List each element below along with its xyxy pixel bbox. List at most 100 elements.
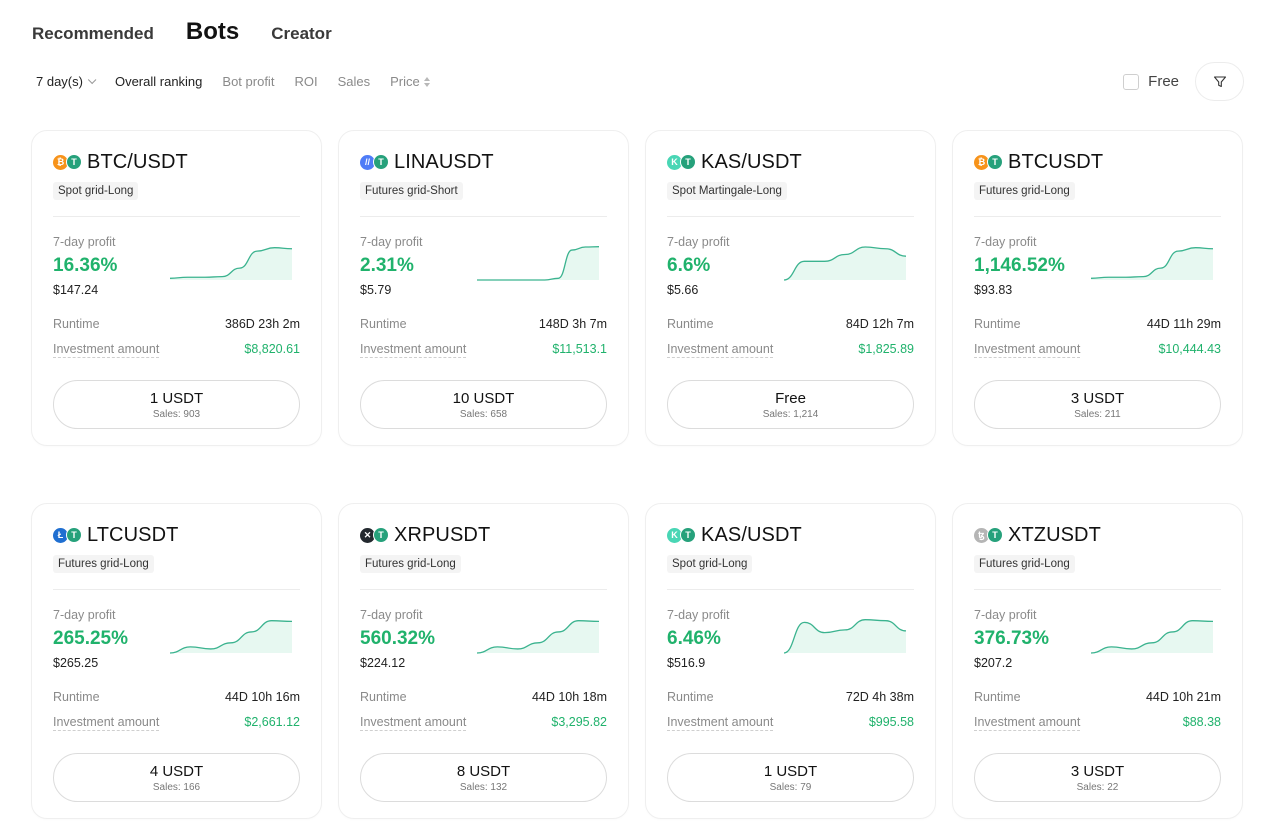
runtime-value: 84D 12h 7m bbox=[845, 317, 914, 331]
sort-arrows-icon bbox=[423, 76, 430, 87]
sort-price[interactable]: Price bbox=[390, 74, 430, 89]
bot-card[interactable]: Ł T LTCUSDT Futures grid-Long 7-day prof… bbox=[31, 503, 322, 819]
investment-row: Investment amount $995.58 bbox=[667, 715, 914, 731]
investment-label[interactable]: Investment amount bbox=[974, 715, 1081, 731]
usdt-icon: T bbox=[66, 154, 82, 170]
card-header: ₿ T BTC/USDT bbox=[53, 151, 300, 173]
profit-sparkline bbox=[477, 246, 599, 281]
investment-value: $1,825.89 bbox=[858, 342, 914, 356]
profit-sparkline bbox=[784, 246, 906, 281]
price-label: 1 USDT bbox=[763, 762, 818, 780]
sort-bot-profit[interactable]: Bot profit bbox=[222, 74, 274, 89]
sparkline-area bbox=[477, 620, 599, 653]
runtime-value: 44D 10h 21m bbox=[1145, 690, 1221, 704]
profit-sparkline bbox=[170, 620, 292, 654]
runtime-label: Runtime bbox=[53, 690, 100, 704]
investment-label[interactable]: Investment amount bbox=[53, 342, 160, 358]
price-label: 1 USDT bbox=[149, 389, 204, 407]
investment-row: Investment amount $11,513.1 bbox=[360, 342, 607, 358]
sort-roi[interactable]: ROI bbox=[294, 74, 317, 89]
investment-value: $3,295.82 bbox=[551, 715, 607, 729]
sort-overall-ranking[interactable]: Overall ranking bbox=[115, 74, 202, 89]
runtime-row: Runtime 72D 4h 38m bbox=[667, 690, 914, 704]
bot-card[interactable]: K T KAS/USDT Spot grid-Long 7-day profit… bbox=[645, 503, 936, 819]
price-label: 8 USDT bbox=[456, 762, 511, 780]
sort-sales[interactable]: Sales bbox=[338, 74, 371, 89]
investment-label[interactable]: Investment amount bbox=[53, 715, 160, 731]
strategy-badge: Spot grid-Long bbox=[53, 182, 139, 200]
pair-name: KAS/USDT bbox=[701, 523, 802, 546]
runtime-label: Runtime bbox=[360, 317, 407, 331]
divider bbox=[974, 216, 1221, 217]
pair-name: KAS/USDT bbox=[701, 150, 802, 173]
runtime-label: Runtime bbox=[53, 317, 100, 331]
period-dropdown[interactable]: 7 day(s) bbox=[36, 74, 97, 89]
copy-price-button[interactable]: 1 USDT Sales: 79 bbox=[667, 753, 914, 802]
tab-creator[interactable]: Creator bbox=[271, 24, 331, 44]
investment-value: $995.58 bbox=[868, 715, 914, 729]
copy-price-button[interactable]: 8 USDT Sales: 132 bbox=[360, 753, 607, 802]
runtime-row: Runtime 44D 10h 16m bbox=[53, 690, 300, 704]
price-label: 3 USDT bbox=[1070, 762, 1125, 780]
sparkline-area bbox=[784, 247, 906, 280]
copy-price-button[interactable]: 1 USDT Sales: 903 bbox=[53, 380, 300, 429]
free-filter[interactable]: Free bbox=[1123, 73, 1179, 90]
profit-block: 7-day profit 265.25% $265.25 bbox=[53, 608, 300, 678]
usdt-icon: T bbox=[987, 527, 1003, 543]
pair-icons: ꜩ T bbox=[974, 527, 1003, 543]
sparkline-area bbox=[477, 246, 599, 280]
copy-price-button[interactable]: Free Sales: 1,214 bbox=[667, 380, 914, 429]
divider bbox=[53, 589, 300, 590]
investment-label[interactable]: Investment amount bbox=[667, 342, 774, 358]
strategy-badge: Spot grid-Long bbox=[667, 555, 753, 573]
price-label: 3 USDT bbox=[1070, 389, 1125, 407]
bot-card[interactable]: K T KAS/USDT Spot Martingale-Long 7-day … bbox=[645, 130, 936, 446]
copy-price-button[interactable]: 10 USDT Sales: 658 bbox=[360, 380, 607, 429]
copy-price-button[interactable]: 3 USDT Sales: 22 bbox=[974, 753, 1221, 802]
bot-card[interactable]: // T LINAUSDT Futures grid-Short 7-day p… bbox=[338, 130, 629, 446]
runtime-row: Runtime 148D 3h 7m bbox=[360, 317, 607, 331]
funnel-icon bbox=[1213, 75, 1226, 87]
bot-card[interactable]: ✕ T XRPUSDT Futures grid-Long 7-day prof… bbox=[338, 503, 629, 819]
card-header: K T KAS/USDT bbox=[667, 151, 914, 173]
sales-count: Sales: 903 bbox=[152, 408, 201, 420]
tab-bots[interactable]: Bots bbox=[186, 18, 239, 46]
chevron-down-icon bbox=[87, 75, 97, 84]
usdt-icon: T bbox=[680, 154, 696, 170]
investment-value: $8,820.61 bbox=[244, 342, 300, 356]
sparkline-area bbox=[784, 619, 906, 653]
sales-count: Sales: 1,214 bbox=[762, 408, 819, 420]
runtime-row: Runtime 386D 23h 2m bbox=[53, 317, 300, 331]
pair-name: LINAUSDT bbox=[394, 150, 494, 173]
investment-row: Investment amount $1,825.89 bbox=[667, 342, 914, 358]
pair-icons: ₿ T bbox=[974, 154, 1003, 170]
investment-label[interactable]: Investment amount bbox=[360, 715, 467, 731]
filter-button[interactable] bbox=[1195, 62, 1244, 101]
usdt-icon: T bbox=[66, 527, 82, 543]
tab-recommended[interactable]: Recommended bbox=[32, 24, 154, 44]
free-checkbox[interactable] bbox=[1123, 73, 1140, 90]
bot-card[interactable]: ₿ T BTC/USDT Spot grid-Long 7-day profit… bbox=[31, 130, 322, 446]
card-header: ꜩ T XTZUSDT bbox=[974, 524, 1221, 546]
copy-price-button[interactable]: 3 USDT Sales: 211 bbox=[974, 380, 1221, 429]
pair-name: XTZUSDT bbox=[1008, 523, 1101, 546]
runtime-label: Runtime bbox=[667, 317, 714, 331]
investment-label[interactable]: Investment amount bbox=[974, 342, 1081, 358]
copy-price-button[interactable]: 4 USDT Sales: 166 bbox=[53, 753, 300, 802]
investment-label[interactable]: Investment amount bbox=[667, 715, 774, 731]
strategy-badge: Spot Martingale-Long bbox=[667, 182, 787, 200]
profit-sparkline bbox=[170, 247, 292, 280]
bot-card[interactable]: ꜩ T XTZUSDT Futures grid-Long 7-day prof… bbox=[952, 503, 1243, 819]
divider bbox=[360, 589, 607, 590]
pair-name: BTC/USDT bbox=[87, 150, 188, 173]
divider bbox=[53, 216, 300, 217]
pair-icons: K T bbox=[667, 154, 696, 170]
investment-label[interactable]: Investment amount bbox=[360, 342, 467, 358]
profit-usd: $224.12 bbox=[360, 656, 406, 670]
bot-card[interactable]: ₿ T BTCUSDT Futures grid-Long 7-day prof… bbox=[952, 130, 1243, 446]
sparkline-area bbox=[1091, 620, 1213, 653]
profit-usd: $147.24 bbox=[53, 283, 99, 297]
runtime-row: Runtime 44D 10h 21m bbox=[974, 690, 1221, 704]
usdt-icon: T bbox=[987, 154, 1003, 170]
runtime-label: Runtime bbox=[360, 690, 407, 704]
